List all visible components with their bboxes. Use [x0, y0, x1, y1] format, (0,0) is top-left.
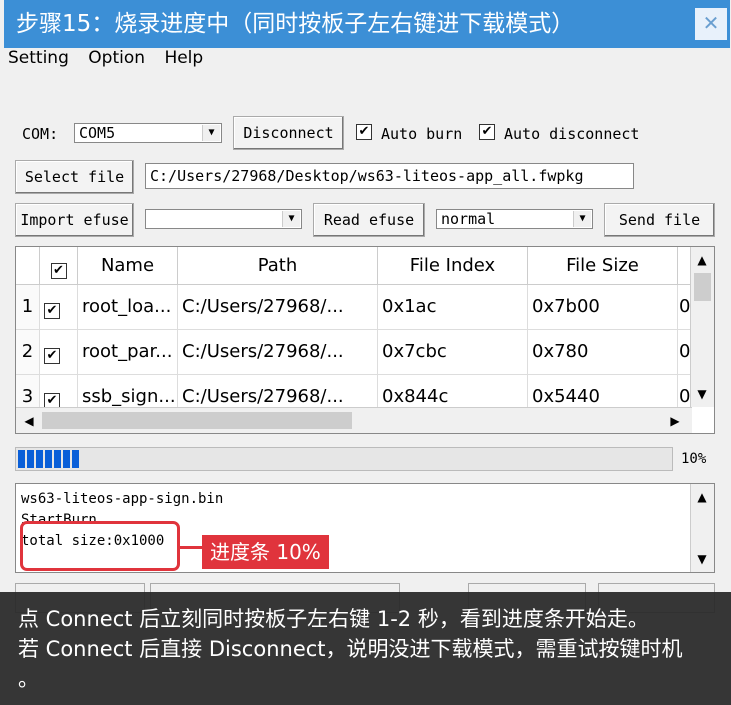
scroll-left-icon[interactable]: ◀ [18, 410, 40, 432]
auto-burn-label: Auto burn [381, 125, 463, 143]
row-number: 2 [16, 330, 40, 375]
table-horizontal-scrollbar[interactable]: ◀ ▶ [16, 407, 692, 433]
cell-name: root_loa... [78, 285, 178, 330]
progress-percent: 10% [681, 451, 707, 467]
file-path-input[interactable]: C:/Users/27968/Desktop/ws63-liteos-app_a… [145, 163, 634, 189]
row-checkbox-cell[interactable]: ✔ [40, 330, 78, 375]
header-file-index[interactable]: File Index [378, 247, 528, 285]
progress-segment [72, 450, 79, 468]
chevron-down-icon[interactable]: ▼ [282, 211, 300, 227]
file-table: ✔ Name Path File Index File Size 1 ✔ roo… [15, 246, 715, 434]
menu-bar: Setting Option Help [8, 48, 217, 70]
progress-segment [27, 450, 34, 468]
scroll-up-icon[interactable]: ▲ [691, 486, 713, 508]
caption-line: 若 Connect 后直接 Disconnect，说明没进下载模式，需重试按键时… [18, 637, 683, 661]
cell-file-index: 0x1ac [378, 285, 528, 330]
header-select-all[interactable]: ✔ [40, 247, 78, 285]
com-port-select[interactable]: COM5 ▼ [74, 123, 222, 143]
scroll-up-icon[interactable]: ▲ [691, 249, 713, 271]
cell-file-index: 0x7cbc [378, 330, 528, 375]
scroll-down-icon[interactable]: ▼ [691, 383, 713, 405]
cell-file-size: 0x780 [528, 330, 678, 375]
cell-name: root_par... [78, 330, 178, 375]
header-name[interactable]: Name [78, 247, 178, 285]
row-number: 1 [16, 285, 40, 330]
row-checkbox[interactable]: ✔ [44, 348, 60, 364]
com-label: COM: [22, 125, 59, 143]
header-path[interactable]: Path [178, 247, 378, 285]
close-icon[interactable]: ✕ [695, 8, 727, 40]
cell-path: C:/Users/27968/... [178, 330, 378, 375]
row-checkbox[interactable]: ✔ [44, 303, 60, 319]
scroll-right-icon[interactable]: ▶ [664, 410, 686, 432]
send-file-button[interactable]: Send file [604, 203, 715, 237]
burn-progress-bar [15, 447, 673, 471]
caption-line: 。 [18, 667, 39, 691]
progress-segment [54, 450, 61, 468]
read-efuse-button[interactable]: Read efuse [313, 203, 425, 237]
progress-segment [36, 450, 43, 468]
auto-burn-checkbox[interactable]: ✔ [356, 124, 372, 140]
menu-setting[interactable]: Setting [8, 48, 69, 68]
chevron-down-icon[interactable]: ▼ [573, 211, 591, 227]
menu-option[interactable]: Option [88, 48, 145, 68]
row-checkbox-cell[interactable]: ✔ [40, 285, 78, 330]
efuse-select[interactable]: ▼ [145, 209, 302, 229]
disconnect-button[interactable]: Disconnect [233, 116, 344, 150]
scroll-thumb[interactable] [694, 273, 711, 301]
progress-callout: 进度条 10% [202, 535, 329, 569]
import-efuse-button[interactable]: Import efuse [15, 203, 134, 237]
callout-connector [180, 546, 202, 549]
cell-path: C:/Users/27968/... [178, 285, 378, 330]
select-all-checkbox-icon[interactable]: ✔ [50, 263, 67, 279]
table-vertical-scrollbar[interactable]: ▲ ▼ [690, 247, 714, 407]
progress-segment [45, 450, 52, 468]
highlight-box [20, 521, 180, 571]
app-window: Setting Option Help COM: COM5 ▼ Disconne… [0, 0, 731, 705]
mode-select-value: normal [441, 210, 496, 228]
header-rownum [16, 247, 40, 285]
auto-disconnect-checkbox[interactable]: ✔ [479, 124, 495, 140]
chevron-down-icon[interactable]: ▼ [202, 125, 220, 141]
scroll-down-icon[interactable]: ▼ [691, 548, 713, 570]
mode-select[interactable]: normal ▼ [436, 209, 593, 229]
progress-segment [63, 450, 70, 468]
cell-file-size: 0x7b00 [528, 285, 678, 330]
progress-segment [18, 450, 25, 468]
log-line: ws63-liteos-app-sign.bin [21, 491, 224, 507]
step-title-banner: 步骤15：烧录进度中（同时按板子左右键进下载模式） [4, 0, 730, 48]
caption-line: 点 Connect 后立刻同时按板子左右键 1-2 秒，看到进度条开始走。 [18, 607, 649, 631]
scroll-thumb[interactable] [42, 412, 352, 429]
menu-help[interactable]: Help [164, 48, 203, 68]
select-file-button[interactable]: Select file [15, 160, 134, 194]
caption-overlay: 点 Connect 后立刻同时按板子左右键 1-2 秒，看到进度条开始走。 若 … [0, 592, 731, 705]
auto-disconnect-label: Auto disconnect [504, 125, 640, 143]
progress-fill [18, 450, 81, 468]
log-vertical-scrollbar[interactable]: ▲ ▼ [690, 484, 714, 572]
header-file-size[interactable]: File Size [528, 247, 678, 285]
com-port-value: COM5 [79, 124, 116, 142]
